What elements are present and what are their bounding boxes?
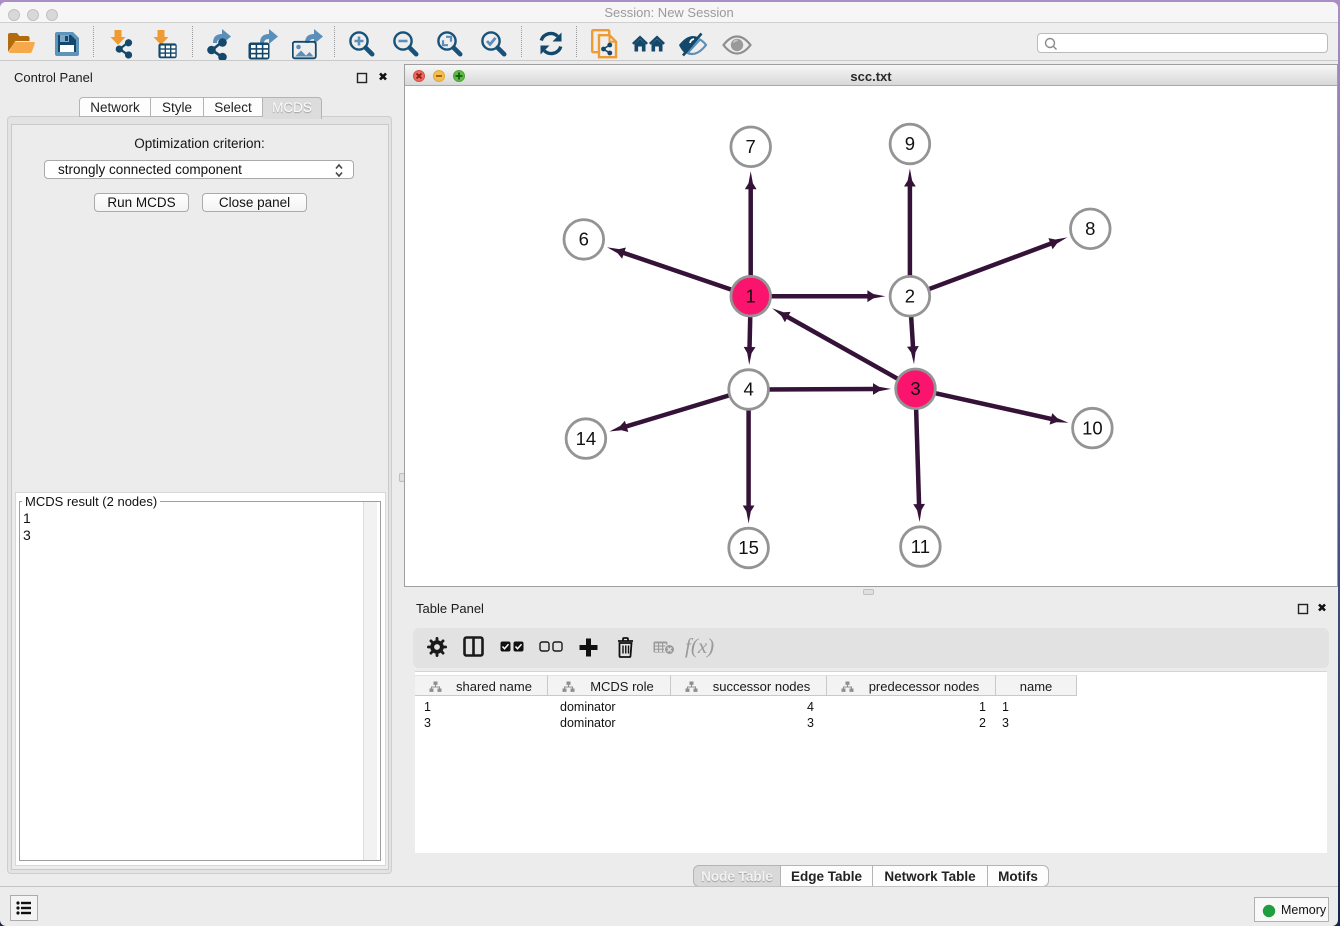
svg-text:8: 8: [1085, 218, 1095, 239]
svg-text:6: 6: [579, 229, 589, 250]
svg-text:1: 1: [746, 285, 756, 306]
svg-text:10: 10: [1082, 417, 1103, 438]
svg-text:11: 11: [911, 536, 930, 557]
svg-text:9: 9: [905, 133, 915, 154]
svg-text:2: 2: [905, 285, 915, 306]
svg-text:15: 15: [738, 537, 759, 558]
svg-text:14: 14: [576, 428, 597, 449]
svg-text:7: 7: [746, 136, 756, 157]
svg-text:4: 4: [743, 379, 753, 400]
svg-text:3: 3: [910, 378, 920, 399]
